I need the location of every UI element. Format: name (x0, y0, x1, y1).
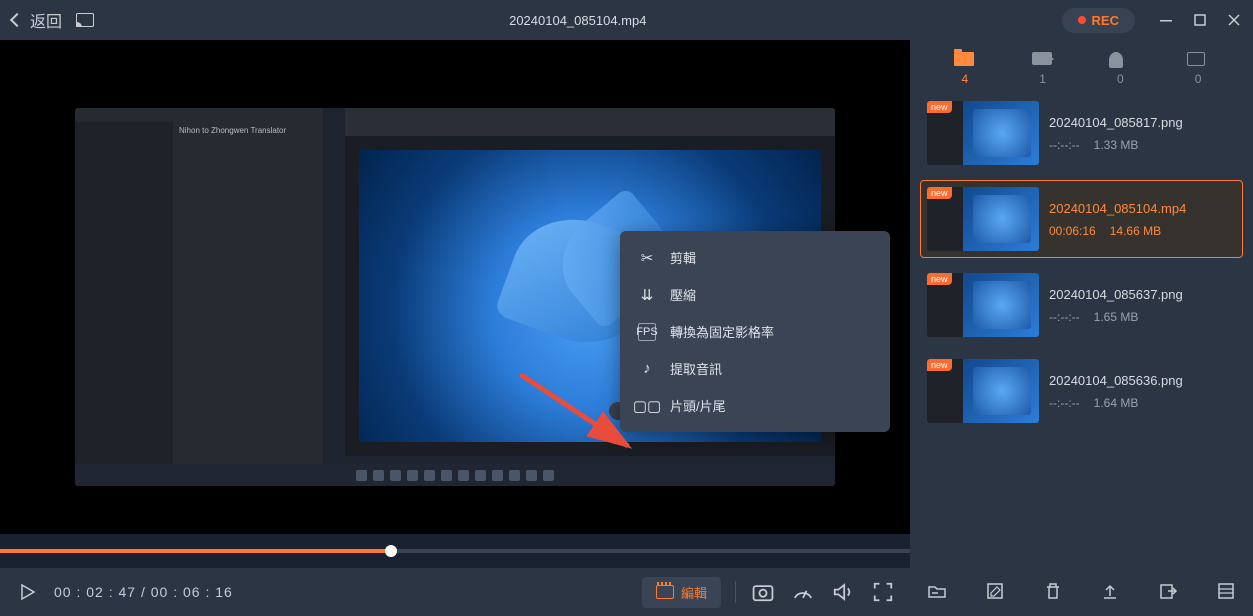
file-name: 20240104_085637.png (1049, 287, 1236, 302)
tab-folder-count: 4 (962, 72, 969, 86)
file-meta: --:--:-- 1.65 MB (1049, 310, 1236, 324)
edit-context-menu: ✂ 剪輯 ⇊ 壓縮 FPS 轉換為固定影格率 ♪ 提取音訊 (620, 231, 890, 432)
minimize-button[interactable] (1159, 13, 1173, 27)
menu-compress[interactable]: ⇊ 壓縮 (620, 276, 890, 313)
image-icon (1187, 52, 1205, 66)
file-meta: --:--:-- 1.64 MB (1049, 396, 1236, 410)
time-display: 00 : 02 : 47 / 00 : 06 : 16 (54, 584, 233, 600)
compress-icon: ⇊ (638, 286, 656, 304)
new-badge: new (927, 101, 952, 113)
titlebar: 返回 20240104_085104.mp4 REC (0, 0, 1253, 40)
back-button[interactable]: 返回 (12, 8, 62, 32)
file-thumbnail: new (927, 187, 1039, 251)
menu-head-tail[interactable]: ▢▢ 片頭/片尾 (620, 387, 890, 424)
video-stage[interactable]: Nihon to Zhongwen Translator (0, 40, 910, 534)
translator-label: Nihon to Zhongwen Translator (179, 126, 286, 135)
file-thumbnail: new (927, 101, 1039, 165)
file-size: 1.65 MB (1094, 310, 1139, 324)
tab-video-count: 1 (1039, 72, 1046, 86)
file-name: 20240104_085817.png (1049, 115, 1236, 130)
chevron-left-icon (10, 13, 24, 27)
upload-button[interactable] (1099, 580, 1121, 602)
menu-cut[interactable]: ✂ 剪輯 (620, 239, 890, 276)
new-badge: new (927, 187, 952, 199)
file-size: 14.66 MB (1110, 224, 1161, 238)
open-folder-button[interactable] (926, 580, 948, 602)
speed-button[interactable] (790, 579, 816, 605)
record-dot-icon (1078, 16, 1086, 24)
maximize-button[interactable] (1193, 13, 1207, 27)
app-window: 返回 20240104_085104.mp4 REC Nihon to Zhon… (0, 0, 1253, 616)
menu-extract-label: 提取音訊 (670, 359, 722, 378)
headtail-icon: ▢▢ (638, 397, 656, 415)
file-size: 1.33 MB (1094, 138, 1139, 152)
audio-extract-icon: ♪ (638, 360, 656, 378)
file-meta: 00:06:16 14.66 MB (1049, 224, 1236, 238)
scissors-icon: ✂ (638, 249, 656, 267)
side-tabs: 4 1 0 0 (920, 40, 1243, 94)
menu-compress-label: 壓縮 (670, 285, 696, 304)
new-badge: new (927, 273, 952, 285)
file-item[interactable]: new 20240104_085817.png --:--:-- 1.33 MB (920, 94, 1243, 172)
close-button[interactable] (1227, 13, 1241, 27)
fullscreen-button[interactable] (870, 579, 896, 605)
tab-image[interactable]: 0 (1187, 52, 1209, 86)
cast-icon[interactable] (76, 13, 94, 27)
fps-icon: FPS (638, 323, 656, 341)
new-badge: new (927, 359, 952, 371)
menu-convert-label: 轉換為固定影格率 (670, 322, 774, 341)
folder-icon (954, 52, 974, 66)
player-controls: 00 : 02 : 47 / 00 : 06 : 16 編輯 (0, 568, 910, 616)
edit-button[interactable]: 編輯 (642, 577, 721, 608)
file-name: 20240104_085104.mp4 (1049, 201, 1236, 216)
file-item[interactable]: new 20240104_085637.png --:--:-- 1.65 MB (920, 266, 1243, 344)
file-duration: 00:06:16 (1049, 224, 1096, 238)
record-label: REC (1092, 13, 1119, 28)
seek-bar[interactable] (0, 534, 910, 568)
back-label: 返回 (30, 8, 62, 32)
total-time: 00 : 06 : 16 (151, 584, 233, 600)
divider (735, 581, 736, 603)
video-icon (1032, 52, 1052, 65)
export-button[interactable] (1157, 580, 1179, 602)
side-actions (920, 570, 1243, 606)
title-filename: 20240104_085104.mp4 (94, 13, 1062, 28)
tab-audio[interactable]: 0 (1109, 52, 1131, 86)
menu-cut-label: 剪輯 (670, 248, 696, 267)
file-duration: --:--:-- (1049, 396, 1080, 410)
volume-button[interactable] (830, 579, 856, 605)
rename-button[interactable] (984, 580, 1006, 602)
file-name: 20240104_085636.png (1049, 373, 1236, 388)
edit-label: 編輯 (681, 583, 707, 602)
file-item[interactable]: new 20240104_085636.png --:--:-- 1.64 MB (920, 352, 1243, 430)
delete-button[interactable] (1042, 580, 1064, 602)
seek-thumb[interactable] (385, 545, 397, 557)
current-time: 00 : 02 : 47 (54, 584, 136, 600)
file-item[interactable]: new 20240104_085104.mp4 00:06:16 14.66 M… (920, 180, 1243, 258)
record-button[interactable]: REC (1062, 8, 1135, 33)
menu-convert-fps[interactable]: FPS 轉換為固定影格率 (620, 313, 890, 350)
file-size: 1.64 MB (1094, 396, 1139, 410)
film-icon (656, 585, 674, 599)
list-button[interactable] (1215, 580, 1237, 602)
menu-headtail-label: 片頭/片尾 (670, 396, 726, 415)
file-thumbnail: new (927, 273, 1039, 337)
file-meta: --:--:-- 1.33 MB (1049, 138, 1236, 152)
file-duration: --:--:-- (1049, 138, 1080, 152)
tab-audio-count: 0 (1117, 72, 1124, 86)
audio-icon (1109, 52, 1123, 68)
side-panel: 4 1 0 0 new 20240104_0858 (910, 40, 1253, 616)
tab-image-count: 0 (1195, 72, 1202, 86)
tab-folder[interactable]: 4 (954, 52, 976, 86)
file-list: new 20240104_085817.png --:--:-- 1.33 MB… (920, 94, 1243, 570)
play-button[interactable] (14, 579, 40, 605)
file-thumbnail: new (927, 359, 1039, 423)
file-duration: --:--:-- (1049, 310, 1080, 324)
snapshot-button[interactable] (750, 579, 776, 605)
menu-extract-audio[interactable]: ♪ 提取音訊 (620, 350, 890, 387)
player-panel: Nihon to Zhongwen Translator (0, 40, 910, 616)
tab-video[interactable]: 1 (1032, 52, 1054, 86)
